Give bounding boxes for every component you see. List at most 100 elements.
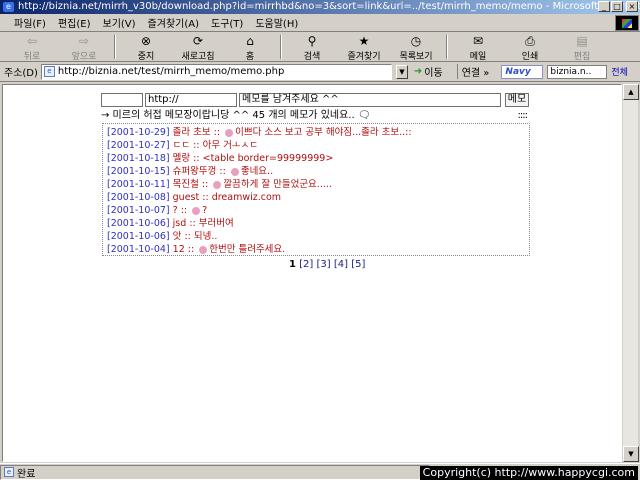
toolbar-button-3[interactable]: ⟳ 새로고침	[172, 32, 224, 62]
go-button[interactable]: ➜ 이동	[414, 64, 443, 79]
name-input[interactable]	[101, 93, 143, 107]
memo-separator: ::	[189, 218, 196, 229]
toolbar-button-6[interactable]: ★ 즐겨찾기	[338, 32, 390, 62]
toolbar-label: 목록보기	[399, 52, 433, 62]
title-bar[interactable]: e http://biznia.net/mirrh_v30b/download.…	[0, 0, 640, 14]
memo-author[interactable]: jsd	[173, 218, 187, 229]
windows-logo-icon	[615, 15, 639, 31]
toolbar-button-5[interactable]: ⚲ 검색	[286, 32, 338, 62]
status-main: e 완료	[0, 464, 430, 480]
menu-item-3[interactable]: 즐겨찾기(A)	[142, 15, 205, 30]
toolbar-button-4[interactable]: ⌂ 홈	[224, 32, 276, 62]
vertical-scrollbar[interactable]: ▲ ▼	[622, 84, 639, 462]
memo-date: [2001-10-06]	[107, 231, 170, 242]
memo-message: 되넹..	[193, 231, 218, 242]
memo-author[interactable]: 12	[173, 244, 185, 255]
menu-item-5[interactable]: 도움말(H)	[249, 15, 304, 30]
message-input[interactable]: 메모를 남겨주세요 ^^	[239, 93, 501, 107]
memo-message: 아무 거ㅗㅅㄷ	[202, 140, 259, 151]
copyright-watermark: Copyright(c) http://www.happycgi.com	[419, 466, 638, 480]
page-icon: e	[43, 66, 55, 77]
homepage-input[interactable]: http://	[145, 93, 237, 107]
toolbar-button-1[interactable]: ⇨ 앞으로	[58, 32, 110, 62]
page-link[interactable]: [3]	[317, 259, 331, 270]
navy-search-logo[interactable]: Navy	[501, 64, 544, 79]
memo-author[interactable]: 멜랑	[173, 153, 190, 164]
address-input[interactable]: e http://biznia.net/test/mirrh_memo/memo…	[40, 63, 392, 80]
toolbar-separator	[280, 35, 282, 59]
intro-text: → 미르의 허접 메모장이랍니당 ^^ 45 개의 메모가 있네요.. 🗨	[101, 110, 371, 121]
memo-date: [2001-10-18]	[107, 153, 170, 164]
memo-separator: ::	[201, 179, 209, 190]
favorites-icon: ★	[358, 34, 370, 48]
toolbar-label: 뒤로	[23, 52, 41, 62]
scroll-down-button[interactable]: ▼	[623, 446, 639, 462]
memo-author[interactable]: 슈퍼왕뚜껑	[173, 166, 217, 177]
toolbar-button-7[interactable]: ◷ 목록보기	[390, 32, 442, 62]
memo-author[interactable]: guest	[173, 192, 200, 203]
memo-row: [2001-10-29] 졸라 초보 :: 이쁘다 소스 보고 공부 해야짐..…	[107, 126, 525, 139]
memo-date: [2001-10-06]	[107, 218, 170, 229]
memo-date: [2001-10-15]	[107, 166, 170, 177]
links-button[interactable]: 연결 »	[456, 64, 494, 79]
history-icon: ◷	[410, 34, 422, 48]
menu-item-1[interactable]: 편집(E)	[52, 15, 97, 30]
page-viewport: http:// 메모를 남겨주세요 ^^ 메모 → 미르의 허접 메모장이랍니당…	[2, 84, 622, 462]
memo-separator: ::	[193, 153, 200, 164]
page-link[interactable]: [2]	[299, 259, 313, 270]
toolbar-label: 홈	[245, 52, 255, 62]
toolbar-label: 즐겨찾기	[347, 52, 381, 62]
memo-message: ?	[202, 205, 208, 216]
toolbar-button-9[interactable]: ⎙ 인쇄	[504, 32, 556, 63]
memo-message: 한번만 틀려주세요.	[209, 244, 286, 255]
memo-row: [2001-10-07] ? :: ?	[107, 204, 525, 217]
memo-author[interactable]: 앗	[173, 231, 182, 242]
menu-item-4[interactable]: 도구(T)	[205, 15, 249, 30]
memo-submit-button[interactable]: 메모	[505, 93, 529, 107]
memo-author[interactable]: 목진철	[173, 179, 199, 190]
memo-author[interactable]: 졸라 초보	[173, 127, 211, 138]
address-dropdown-button[interactable]: ▼	[395, 64, 408, 79]
toolbar-button-0[interactable]: ⇦ 뒤로	[6, 32, 58, 62]
toolbar-search-input[interactable]: biznia.n..	[547, 64, 608, 79]
minimize-button[interactable]: _	[598, 1, 610, 12]
toolbar-label: 중지	[137, 52, 155, 62]
toolbar: ⇦ 뒤로 ⇨ 앞으로 ⊗ 중지 ⟳ 새로고침 ⌂ 홈 ⚲ 검색 ★ 즐겨찾기 ◷ 목록보기 ✉ 메일 ⎙ 인쇄 ▤ 편집	[0, 32, 640, 62]
memo-list: [2001-10-29] 졸라 초보 :: 이쁘다 소스 보고 공부 해야짐..…	[102, 123, 530, 256]
memo-author[interactable]: ㄷㄷ	[173, 140, 190, 151]
memo-author[interactable]: ?	[173, 205, 178, 216]
maximize-button[interactable]: □	[611, 1, 623, 12]
emoticon-icon	[225, 128, 234, 137]
memo-intro: → 미르의 허접 메모장이랍니당 ^^ 45 개의 메모가 있네요.. 🗨 ::…	[101, 109, 529, 122]
toolbar-button-10[interactable]: ▤ 편집	[556, 32, 608, 62]
memo-separator: ::	[219, 166, 226, 177]
scroll-up-button[interactable]: ▲	[623, 84, 639, 100]
forward-arrow-icon: ⇨	[78, 34, 90, 48]
memo-row: [2001-10-06] 앗 :: 되넹..	[107, 230, 525, 243]
toolbar-button-8[interactable]: ✉ 메일	[452, 32, 504, 62]
memo-date: [2001-10-08]	[107, 192, 170, 203]
toolbar-label: 새로고침	[181, 52, 215, 62]
menu-item-2[interactable]: 보기(V)	[97, 15, 142, 30]
address-label: 주소(D)	[4, 68, 38, 79]
emoticon-icon	[213, 180, 222, 189]
memo-separator: ::	[184, 231, 191, 242]
memo-date: [2001-10-07]	[107, 205, 170, 216]
address-url: http://biznia.net/test/mirrh_memo/memo.p…	[57, 66, 285, 77]
page-link[interactable]: [5]	[351, 259, 365, 270]
menu-item-0[interactable]: 파일(F)	[8, 15, 52, 30]
toolbar-button-2[interactable]: ⊗ 중지	[120, 32, 172, 62]
memo-date: [2001-10-29]	[107, 127, 170, 138]
memo-message: 이쁘다 소스 보고 공부 해야짐...졸라 초보..::	[235, 127, 412, 138]
edit-icon: ▤	[576, 34, 588, 48]
page-link[interactable]: [4]	[334, 259, 348, 270]
toolbar-label: 검색	[303, 52, 321, 62]
pagination: 1 [2] [3] [4] [5]	[289, 259, 365, 270]
close-button[interactable]: ×	[626, 1, 638, 12]
search-all-button[interactable]: 전체	[611, 65, 628, 78]
page-done-icon: e	[4, 467, 14, 477]
toolbar-label: 메일	[469, 52, 487, 62]
memo-row: [2001-10-18] 멜랑 :: <table border=9999999…	[107, 152, 525, 165]
memo-separator: ::	[187, 244, 195, 255]
memo-row: [2001-10-06] jsd :: 부러버여	[107, 217, 525, 230]
